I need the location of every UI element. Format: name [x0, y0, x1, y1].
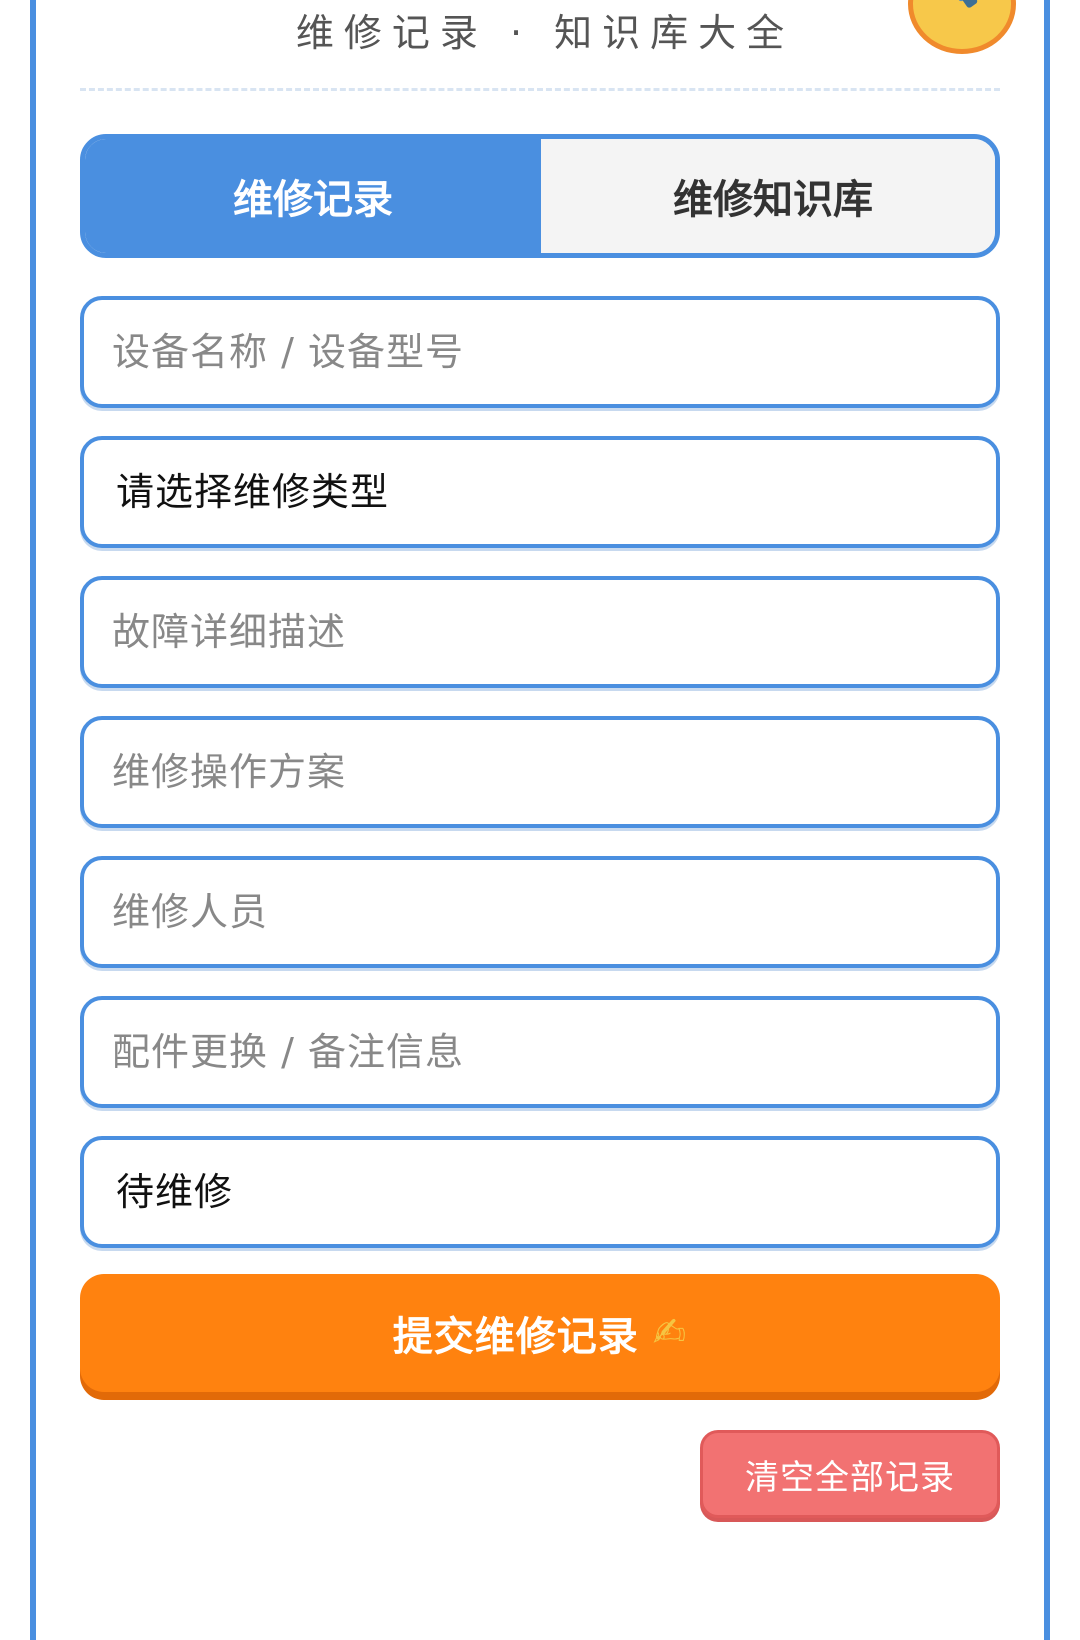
tab-repair-records[interactable]: 维修记录: [85, 139, 541, 253]
writing-hand-icon: ✍: [652, 1310, 688, 1356]
device-input[interactable]: [112, 300, 962, 404]
staff-input[interactable]: [112, 860, 962, 964]
submit-button[interactable]: 提交维修记录 ✍: [80, 1274, 1000, 1392]
fault-input[interactable]: [112, 580, 962, 684]
divider: [80, 88, 1000, 91]
parts-field[interactable]: [80, 996, 1000, 1108]
tab-repair-knowledge-base[interactable]: 维修知识库: [541, 139, 995, 253]
staff-field[interactable]: [80, 856, 1000, 968]
plan-field[interactable]: [80, 716, 1000, 828]
clear-all-button[interactable]: 清空全部记录: [700, 1430, 1000, 1518]
page-subtitle: 维修记录 · 知识库大全: [295, 11, 795, 55]
tab-bar: 维修记录 维修知识库: [80, 134, 1000, 258]
fault-field[interactable]: [80, 576, 1000, 688]
wrench-icon-svg: [932, 0, 978, 8]
parts-input[interactable]: [112, 1000, 962, 1104]
status-select[interactable]: 待维修: [80, 1136, 1000, 1248]
app-frame: 维修记录 · 知识库大全 维修记录 维修知识库 请选择维修类型 待维修: [30, 0, 1050, 1640]
wrench-icon: [908, 0, 1016, 54]
repair-type-select[interactable]: 请选择维修类型: [80, 436, 1000, 548]
status-selected: 待维修: [116, 1170, 234, 1214]
plan-input[interactable]: [112, 720, 962, 824]
repair-type-selected: 请选择维修类型: [116, 470, 390, 514]
submit-label: 提交维修记录: [392, 1314, 639, 1360]
device-field[interactable]: [80, 296, 1000, 408]
